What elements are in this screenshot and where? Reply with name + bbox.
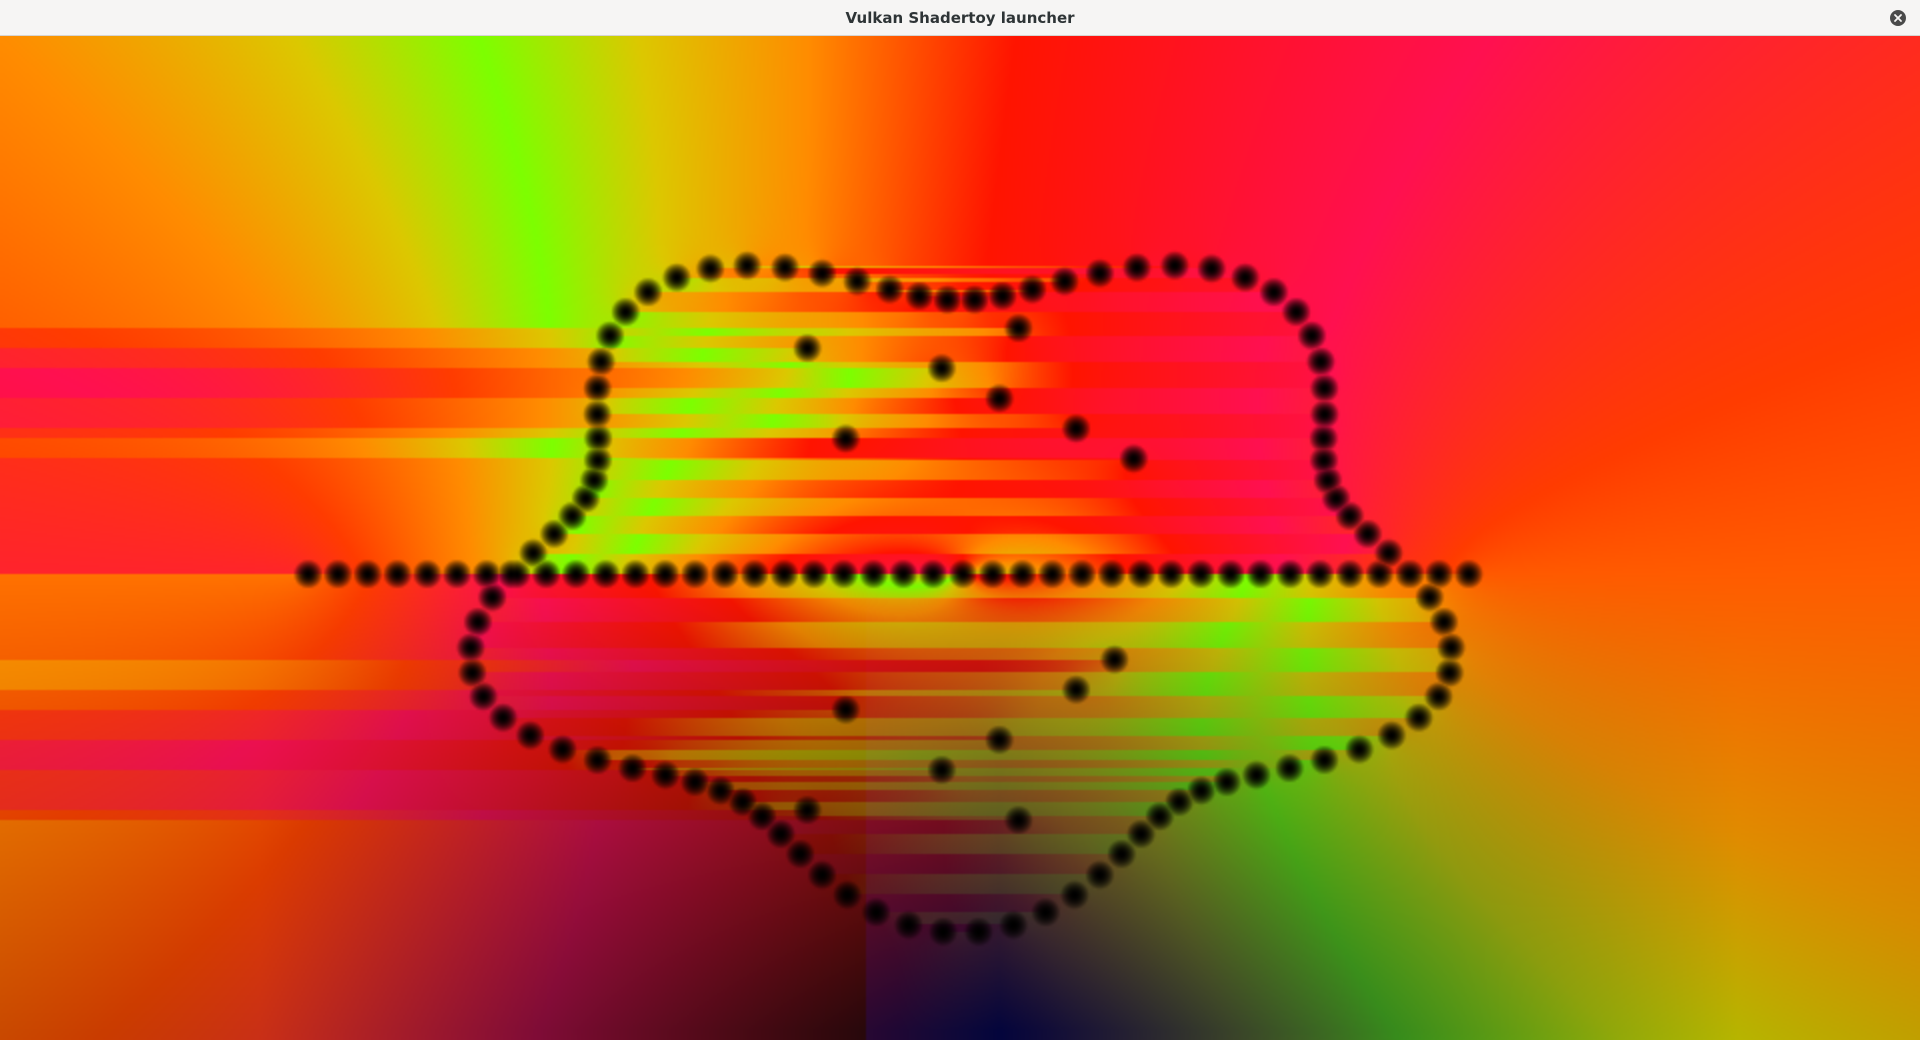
app-window: Vulkan Shadertoy launcher: [0, 0, 1920, 1040]
shader-viewport[interactable]: [0, 36, 1920, 1040]
window-title: Vulkan Shadertoy launcher: [845, 9, 1075, 27]
shader-render-canvas[interactable]: [0, 36, 1920, 1040]
title-bar[interactable]: Vulkan Shadertoy launcher: [0, 0, 1920, 36]
close-button[interactable]: [1890, 10, 1906, 26]
close-icon: [1894, 14, 1902, 22]
